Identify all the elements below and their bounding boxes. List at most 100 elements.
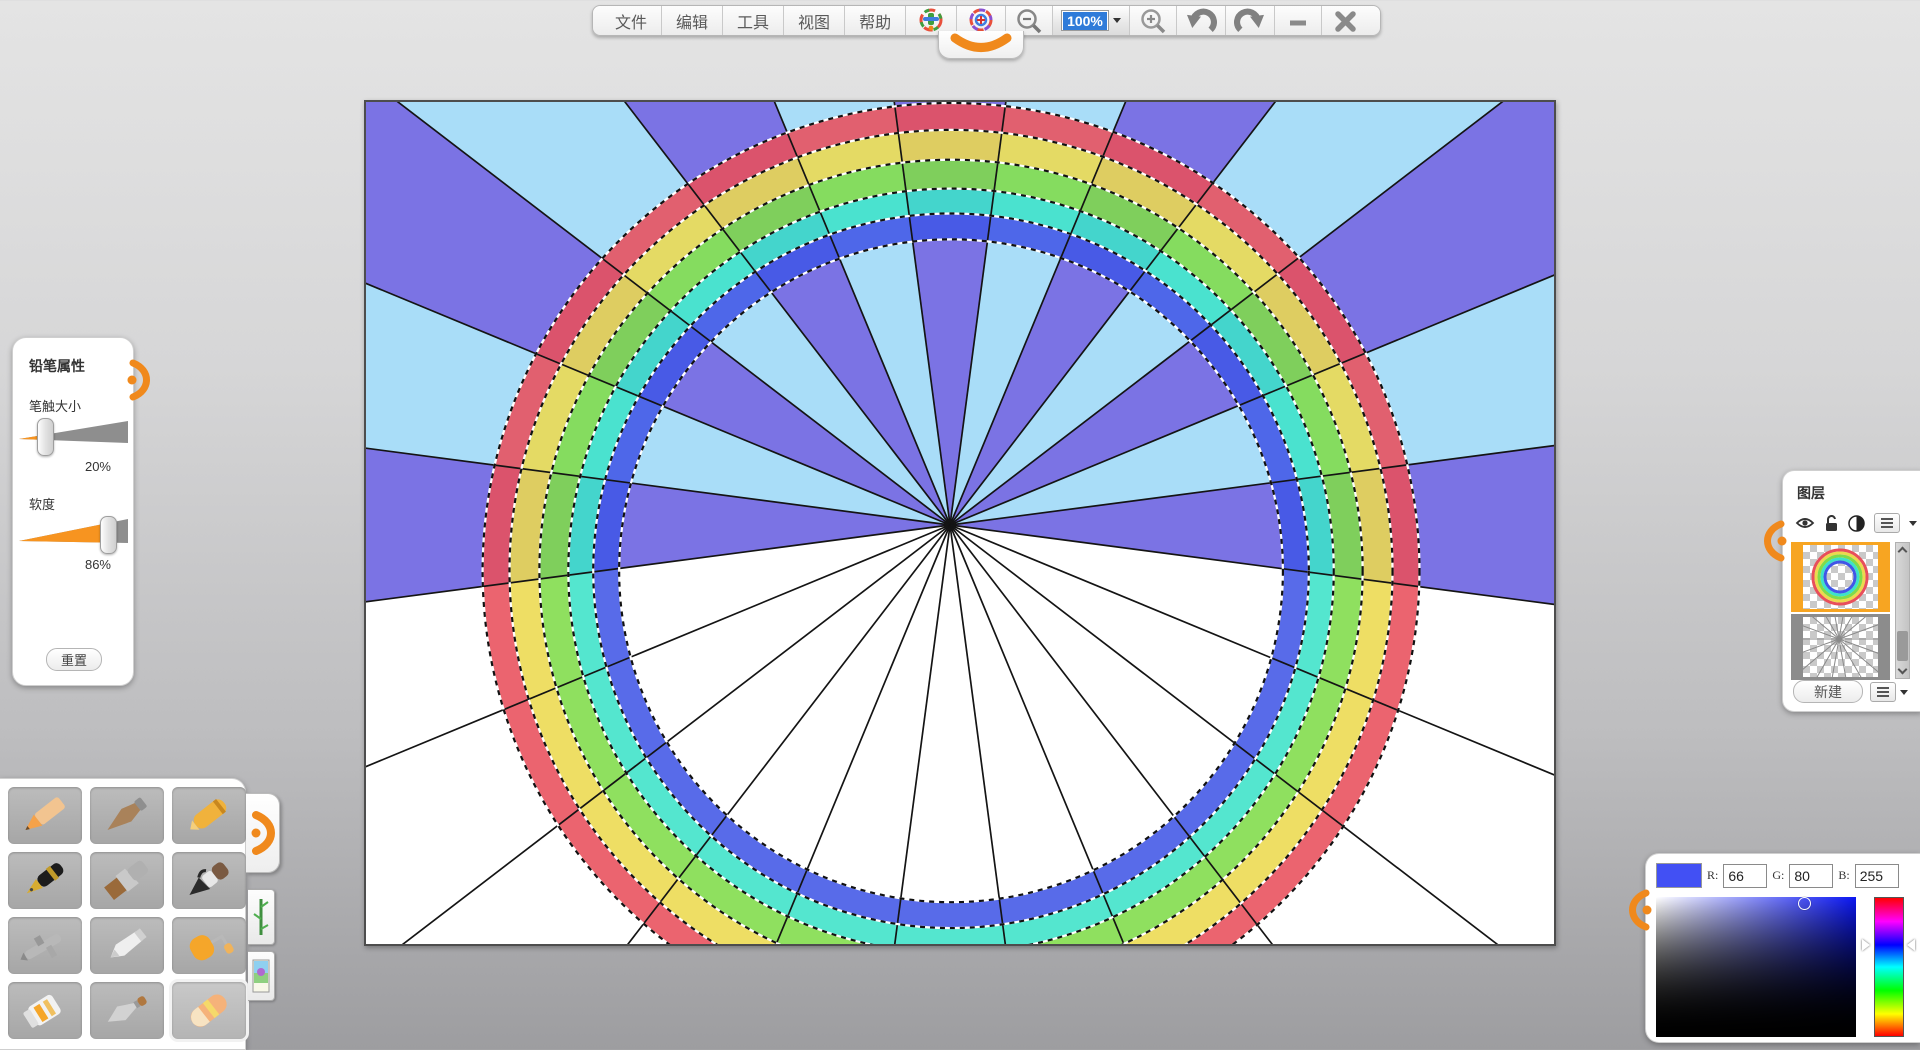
pencil-properties-panel: 铅笔属性 笔触大小 20% 软度 86% 重置 [12,337,134,686]
layer2-spokes-thumbnail [1803,617,1878,677]
zoom-level-value: 100% [1063,12,1107,30]
brush-size-thumb[interactable] [37,418,54,456]
panel-ear-handle[interactable] [127,358,153,407]
scrollbar-thumb[interactable] [1897,631,1908,661]
close-icon [1330,7,1360,35]
g-input[interactable] [1789,864,1833,888]
menu-tools[interactable]: 工具 [723,6,784,35]
saturation-value-square[interactable] [1656,897,1856,1037]
unlock-icon[interactable] [1824,515,1839,532]
rainbow-wheel-artwork [366,102,1554,944]
toolbar-smile-handle[interactable] [938,31,1024,59]
layers-panel-title: 图层 [1797,483,1920,503]
minimize-button[interactable] [1275,6,1322,35]
tool-paint-tube[interactable] [90,917,164,974]
bamboo-icon [253,895,269,939]
ear-dot-icon [251,829,260,838]
picture-stamps-tab[interactable] [248,951,275,1001]
ear-dot-icon [1778,537,1787,546]
palette-ear-handle[interactable] [246,793,280,873]
undo-icon [1185,7,1217,35]
app-window: { "menu": { "items": ["文件", "编辑", "工具", … [0,0,1920,1050]
brush-size-label: 笔触大小 [29,396,133,415]
bamboo-stamps-tab[interactable] [248,889,275,945]
ink-brush-icon [179,859,239,903]
ear-dot-icon [1643,906,1652,915]
layers-scrollbar[interactable] [1895,542,1910,679]
sv-cursor[interactable] [1798,897,1811,910]
color-ear-handle[interactable] [1626,888,1652,937]
close-button[interactable] [1322,6,1380,35]
tool-paint-roller[interactable] [172,917,246,974]
redo-icon [1234,7,1266,35]
glue-stick-icon [15,989,75,1033]
hue-marker-right[interactable] [1907,939,1915,951]
drawing-canvas[interactable] [364,100,1556,946]
tool-palette-panel [0,778,246,1050]
menu-view[interactable]: 视图 [784,6,845,35]
current-color-swatch [1656,863,1702,888]
pencil-panel-title: 铅笔属性 [29,356,133,376]
zoom-dropdown-caret[interactable] [1113,18,1121,23]
airbrush-icon [15,924,75,968]
tool-ink-brush[interactable] [172,852,246,909]
zoom-in-button[interactable] [1130,6,1177,35]
layers-bottom-menu-icon[interactable] [1870,682,1896,702]
rainbow-face-icon [914,8,948,34]
fountain-pen-icon [15,859,75,903]
clown-smile-icon [939,31,1023,58]
redo-button[interactable] [1226,6,1275,35]
new-layer-button[interactable]: 新建 [1793,680,1863,703]
zoom-level-field[interactable]: 100% [1061,10,1109,31]
tool-palette-knife[interactable] [90,982,164,1039]
layers-bottom-menu-caret[interactable] [1900,690,1908,695]
r-label: R: [1707,868,1718,883]
tool-crayon[interactable] [172,787,246,844]
g-label: G: [1772,868,1784,883]
zoom-level-combo[interactable]: 100% [1053,6,1130,35]
paint-tube-icon [97,924,157,968]
scroll-down-icon[interactable] [1898,665,1908,675]
tool-pencil[interactable] [8,787,82,844]
tool-airbrush[interactable] [8,917,82,974]
softness-value: 86% [13,557,111,572]
menu-file[interactable]: 文件 [593,6,662,35]
layer1-rainbow-thumbnail [1803,545,1878,609]
tool-grid [0,779,245,1047]
ear-dot-icon [128,376,137,385]
opacity-contrast-icon[interactable] [1848,515,1865,532]
brush-size-slider[interactable] [18,417,130,457]
b-input[interactable] [1855,864,1899,888]
tool-eraser[interactable] [172,982,246,1039]
tool-fountain-pen[interactable] [8,852,82,909]
color-picker-panel: R: G: B: [1645,853,1920,1043]
softness-thumb[interactable] [100,516,117,554]
layer-item-selected[interactable] [1791,542,1890,612]
layer-menu-icon[interactable] [1874,513,1900,533]
visibility-eye-icon[interactable] [1795,516,1815,530]
r-input[interactable] [1723,864,1767,888]
layers-panel: 图层 [1782,470,1920,712]
menu-edit[interactable]: 编辑 [662,6,723,35]
softness-label: 软度 [29,494,133,513]
layer-item[interactable] [1791,614,1890,680]
layers-ear-handle[interactable] [1761,519,1787,568]
tool-flat-brush[interactable] [90,852,164,909]
b-label: B: [1838,868,1849,883]
zoom-in-icon [1138,7,1168,35]
layer-menu-caret[interactable] [1909,521,1917,526]
tool-charcoal-stick[interactable] [90,787,164,844]
reset-button[interactable]: 重置 [46,648,102,671]
scroll-up-icon[interactable] [1898,547,1908,557]
undo-button[interactable] [1177,6,1226,35]
paint-roller-icon [179,924,239,968]
tool-glue-stick[interactable] [8,982,82,1039]
palette-knife-icon [97,989,157,1033]
rainbow-target-icon [965,8,997,34]
picture-icon [252,956,270,996]
softness-slider[interactable] [18,515,130,555]
hue-marker-left[interactable] [1862,939,1870,951]
menu-help[interactable]: 帮助 [845,6,906,35]
eraser-icon [179,989,239,1033]
hue-bar[interactable] [1874,897,1904,1037]
